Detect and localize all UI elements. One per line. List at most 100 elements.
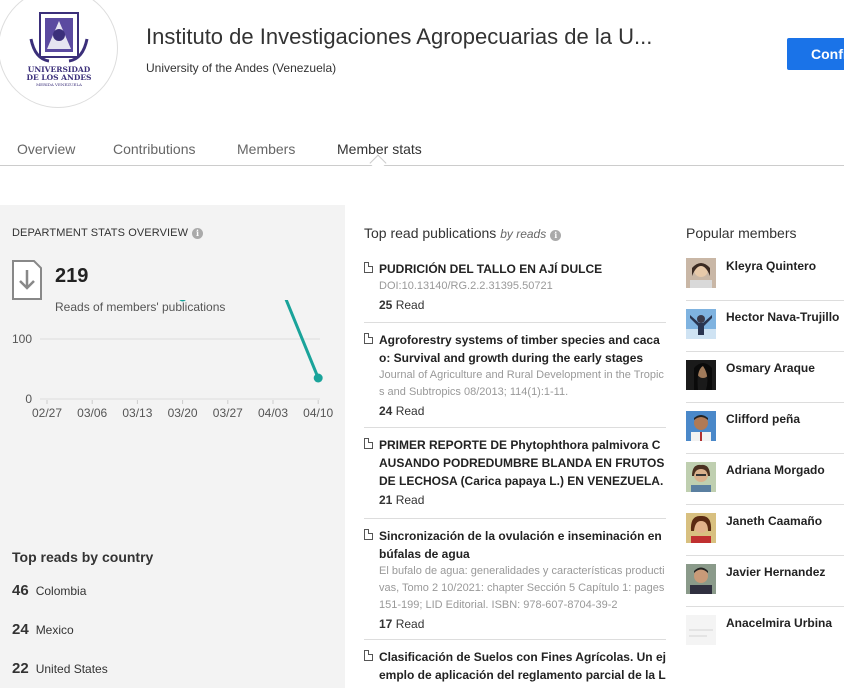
x-tick-label: 03/27 xyxy=(213,406,243,420)
publication-reads: 24 Read xyxy=(379,401,666,421)
publication-item: Clasificación de Suelos con Fines Agríco… xyxy=(364,648,666,688)
member-item[interactable]: Janeth Caamaño xyxy=(686,505,844,556)
x-tick-label: 03/06 xyxy=(77,406,107,420)
member-name[interactable]: Adriana Morgado xyxy=(726,463,825,477)
member-item[interactable]: Adriana Morgado xyxy=(686,454,844,505)
reads-chart: 010020002/2703/0603/1303/2003/2704/0304/… xyxy=(0,215,345,525)
document-icon xyxy=(364,650,373,661)
avatar[interactable] xyxy=(686,615,716,645)
country-name: Mexico xyxy=(35,623,74,637)
publication-meta: Journal of Agriculture and Rural Develop… xyxy=(379,369,664,398)
country-heading: Top reads by country xyxy=(12,549,154,565)
member-item[interactable]: Anacelmira Urbina xyxy=(686,607,844,658)
document-icon xyxy=(364,262,373,273)
reads-download-icon xyxy=(12,260,42,300)
country-name: United States xyxy=(35,662,108,676)
x-tick-label: 04/10 xyxy=(303,406,333,420)
x-tick-label: 02/27 xyxy=(32,406,62,420)
publication-title[interactable]: Sincronización de la ovulación e insemin… xyxy=(379,527,666,563)
member-name[interactable]: Clifford peña xyxy=(726,412,800,426)
member-item[interactable]: Kleyra Quintero xyxy=(686,250,844,301)
stats-heading: DEPARTMENT STATS OVERVIEW i xyxy=(12,227,204,239)
reads-number: 25 xyxy=(379,298,393,312)
tab-contributions[interactable]: Contributions xyxy=(113,141,196,157)
reads-word: Read xyxy=(395,404,425,418)
publication-title[interactable]: PRIMER REPORTE DE Phytophthora palmivora… xyxy=(379,436,666,490)
member-name[interactable]: Javier Hernandez xyxy=(726,565,825,579)
logo-line-3: MERIDA VENEZUELA xyxy=(36,82,82,87)
tab-member-stats[interactable]: Member stats xyxy=(337,141,422,157)
institution-title: Instituto de Investigaciones Agropecuari… xyxy=(146,24,653,49)
country-row: 22 United States xyxy=(12,660,108,677)
by-reads-label: by reads xyxy=(500,227,547,241)
avatar[interactable] xyxy=(686,462,716,492)
member-item[interactable]: Javier Hernandez xyxy=(686,556,844,607)
reads-line-chart: 010020002/2703/0603/1303/2003/2704/0304/… xyxy=(12,215,334,420)
country-count: 46 xyxy=(12,582,29,599)
member-name[interactable]: Kleyra Quintero xyxy=(726,259,816,273)
tab-overview[interactable]: Overview xyxy=(17,141,75,157)
member-item[interactable]: Clifford peña xyxy=(686,403,844,454)
x-tick-label: 04/03 xyxy=(258,406,288,420)
publication-meta: DOI:10.13140/RG.2.2.31395.50721 xyxy=(379,280,553,292)
popular-members-heading: Popular members xyxy=(686,225,797,241)
data-point xyxy=(178,292,188,302)
country-count: 22 xyxy=(12,660,29,677)
publication-title[interactable]: PUDRICIÓN DEL TALLO EN AJÍ DULCE xyxy=(379,260,666,278)
info-icon[interactable]: i xyxy=(550,230,562,241)
publication-item: PUDRICIÓN DEL TALLO EN AJÍ DULCE DOI:10.… xyxy=(364,260,666,315)
publication-reads: 25 Read xyxy=(379,295,666,315)
x-tick-label: 03/13 xyxy=(122,406,152,420)
avatar[interactable] xyxy=(686,411,716,441)
publication-title[interactable]: Agroforestry systems of timber species a… xyxy=(379,331,666,367)
top-publications-title: Top read publications xyxy=(364,225,497,241)
avatar[interactable] xyxy=(686,360,716,390)
country-name: Colombia xyxy=(35,584,87,598)
avatar[interactable] xyxy=(686,564,716,594)
publication-item: Sincronización de la ovulación e insemin… xyxy=(364,527,666,634)
stats-heading-text: DEPARTMENT STATS OVERVIEW xyxy=(12,227,189,239)
confirm-button[interactable]: Confi xyxy=(787,38,844,70)
publication-item: PRIMER REPORTE DE Phytophthora palmivora… xyxy=(364,436,666,510)
document-icon xyxy=(364,438,373,449)
divider xyxy=(364,639,666,640)
x-tick-label: 03/20 xyxy=(168,406,198,420)
institution-logo[interactable]: UNIVERSIDAD DE LOS ANDES MERIDA VENEZUEL… xyxy=(0,0,118,108)
logo-line-2: DE LOS ANDES xyxy=(27,73,92,82)
top-publications-heading: Top read publications by reads i xyxy=(364,225,562,241)
country-row: 24 Mexico xyxy=(12,621,74,638)
tab-members[interactable]: Members xyxy=(237,141,295,157)
reads-count: 219 xyxy=(55,265,89,287)
country-count: 24 xyxy=(12,621,29,638)
reads-number: 21 xyxy=(379,493,393,507)
publication-meta: El bufalo de agua: generalidades y carac… xyxy=(379,565,665,611)
publication-reads: 17 Read xyxy=(379,614,666,634)
member-name[interactable]: Osmary Araque xyxy=(726,361,815,375)
y-tick-label: 0 xyxy=(25,392,32,406)
avatar[interactable] xyxy=(686,513,716,543)
publication-item: Agroforestry systems of timber species a… xyxy=(364,331,666,421)
info-icon[interactable]: i xyxy=(192,228,204,239)
reads-number: 17 xyxy=(379,617,393,631)
document-icon xyxy=(364,529,373,540)
data-point xyxy=(313,373,323,383)
member-name[interactable]: Hector Nava-Trujillo xyxy=(726,310,839,324)
document-icon xyxy=(364,333,373,344)
publication-title[interactable]: Clasificación de Suelos con Fines Agríco… xyxy=(379,648,666,688)
y-tick-label: 100 xyxy=(12,332,32,346)
publication-reads: 21 Read xyxy=(379,490,666,510)
member-item[interactable]: Hector Nava-Trujillo xyxy=(686,301,844,352)
country-row: 46 Colombia xyxy=(12,582,86,599)
university-seal-icon: UNIVERSIDAD DE LOS ANDES MERIDA VENEZUEL… xyxy=(27,12,92,87)
department-stats-panel: DEPARTMENT STATS OVERVIEW i 219 Reads of … xyxy=(0,205,345,688)
tab-bar: Overview Contributions Members Member st… xyxy=(0,130,844,172)
divider xyxy=(364,322,666,323)
member-name[interactable]: Anacelmira Urbina xyxy=(726,616,832,630)
avatar[interactable] xyxy=(686,258,716,288)
reads-number: 24 xyxy=(379,404,393,418)
avatar[interactable] xyxy=(686,309,716,339)
reads-word: Read xyxy=(395,493,425,507)
member-item[interactable]: Osmary Araque xyxy=(686,352,844,403)
member-name[interactable]: Janeth Caamaño xyxy=(726,514,822,528)
institution-subtitle[interactable]: University of the Andes (Venezuela) xyxy=(146,61,336,75)
